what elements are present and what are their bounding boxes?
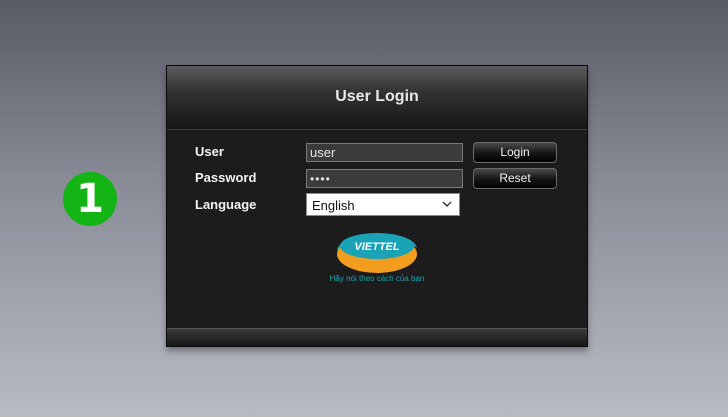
- language-select[interactable]: English: [306, 193, 460, 216]
- language-label: Language: [195, 197, 257, 212]
- username-input[interactable]: [306, 143, 463, 162]
- password-input[interactable]: [306, 169, 463, 188]
- header-divider: [167, 129, 587, 130]
- panel-footer: [167, 328, 587, 346]
- logo-wordmark: VIETTEL: [354, 241, 400, 253]
- login-panel: User Login User Password Language Englis…: [166, 65, 588, 347]
- language-selected-value: English: [312, 198, 355, 213]
- login-button[interactable]: Login: [473, 142, 557, 163]
- logo-tagline: Hãy nói theo cách của bạn: [329, 274, 425, 283]
- panel-title: User Login: [335, 88, 419, 105]
- password-label: Password: [195, 170, 257, 185]
- viettel-logo: VIETTEL: [337, 233, 417, 273]
- reset-button[interactable]: Reset: [473, 168, 557, 189]
- chevron-down-icon: [442, 201, 452, 207]
- panel-header: User Login: [167, 66, 587, 130]
- user-label: User: [195, 144, 224, 159]
- step-number-badge: 1: [63, 172, 117, 226]
